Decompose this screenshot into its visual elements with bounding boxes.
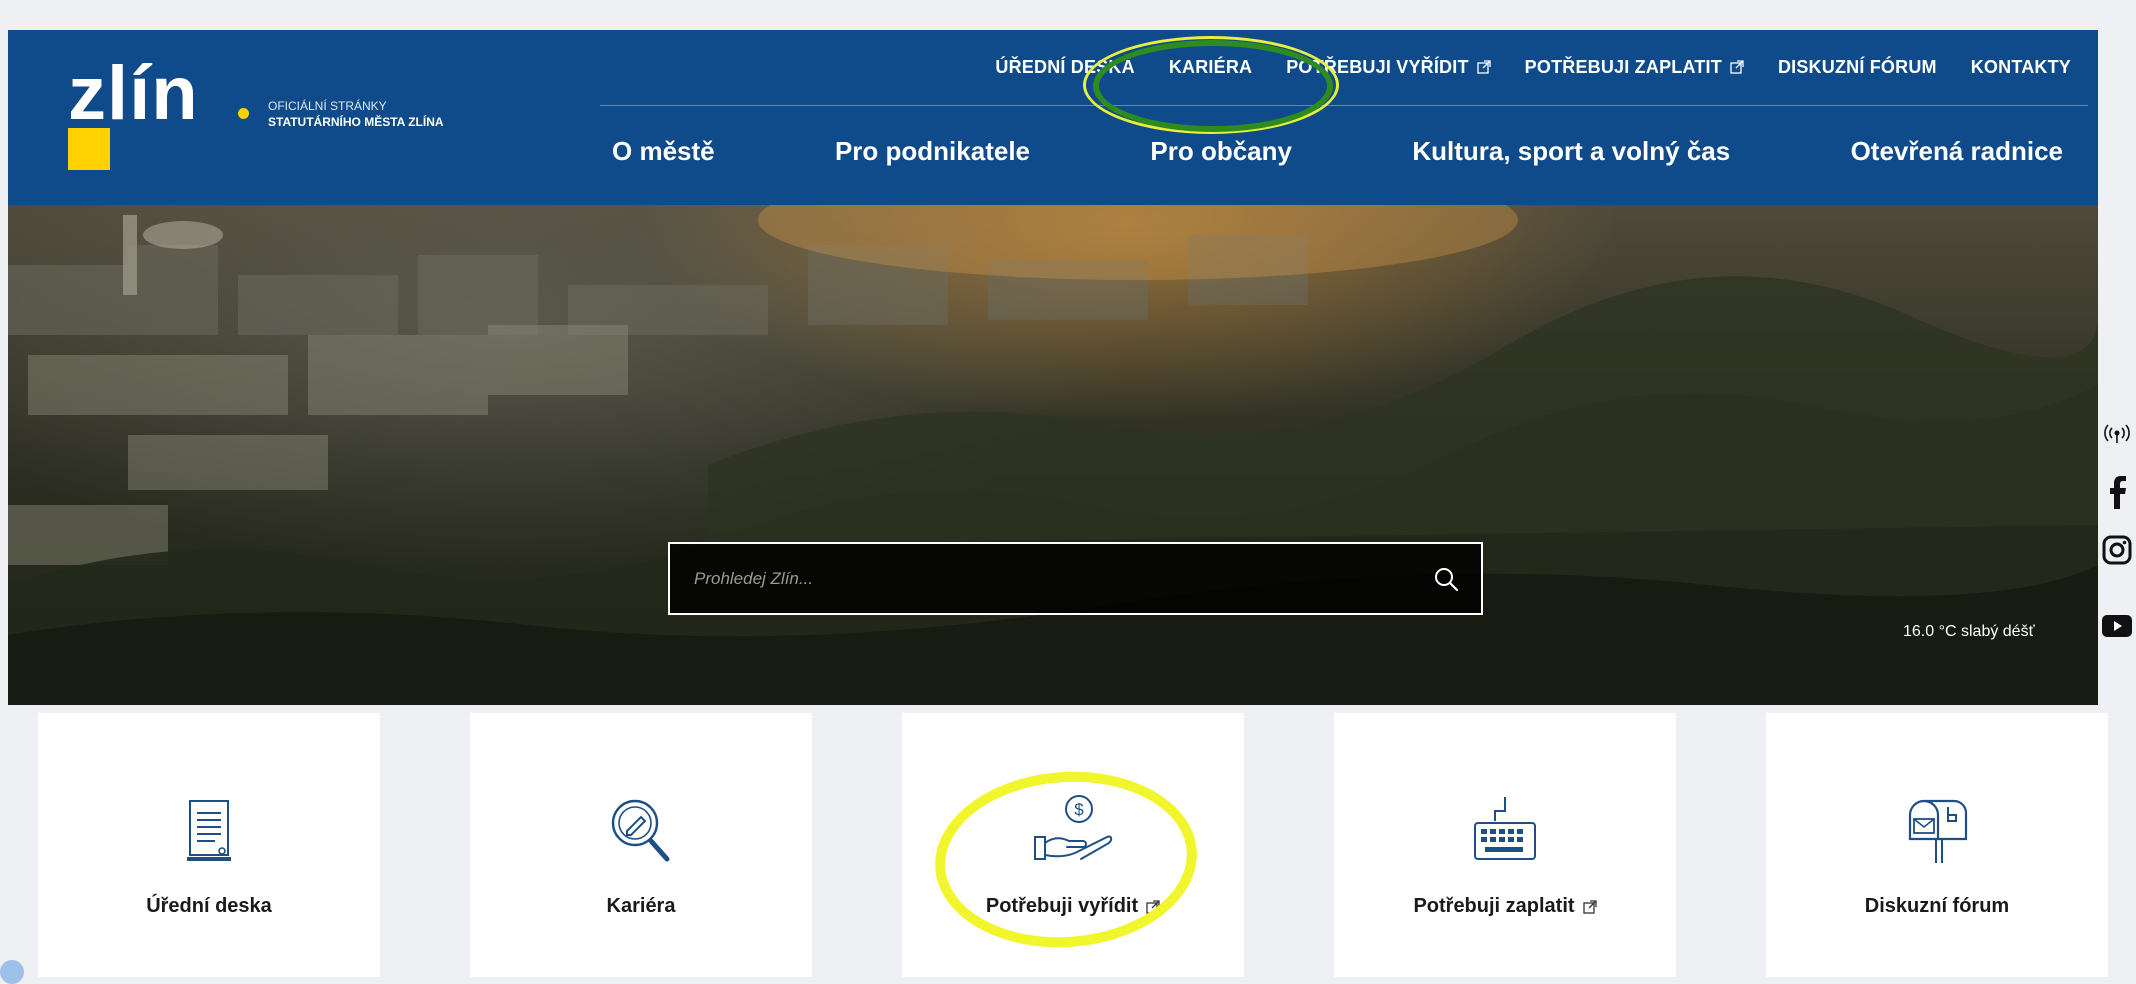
mainnav-kultura-sport[interactable]: Kultura, sport a volný čas: [1400, 136, 1742, 167]
instagram-link[interactable]: [2098, 535, 2136, 565]
facebook-icon: [2110, 476, 2126, 509]
quick-links: Úřední deska Kariéra $ Potřebuji vyřídit: [0, 705, 2136, 977]
card-label: Kariéra: [606, 895, 676, 917]
search-input[interactable]: [670, 543, 1411, 614]
instagram-icon: [2102, 535, 2132, 565]
topnav-label: ÚŘEDNÍ DESKA: [995, 56, 1135, 77]
external-link-icon: [1730, 60, 1744, 74]
hand-coin-icon: $: [1034, 795, 1113, 860]
nav-divider: [600, 105, 2088, 106]
card-diskuzni-forum[interactable]: Diskuzní fórum: [1766, 713, 2108, 977]
hero-banner: 16.0 °C slabý déšť: [8, 205, 2098, 705]
svg-text:$: $: [1074, 800, 1084, 819]
external-link-icon: [1146, 899, 1160, 914]
keyboard-icon: [1474, 797, 1536, 860]
topnav-diskuzni-forum[interactable]: DISKUZNÍ FÓRUM: [1761, 57, 1954, 78]
logo-subtitle-line2: STATUTÁRNÍHO MĚSTA ZLÍNA: [268, 115, 444, 129]
topnav-kariera[interactable]: KARIÉRA: [1152, 57, 1269, 78]
mainnav-pro-obcany[interactable]: Pro občany: [1138, 136, 1304, 167]
career-icon: [611, 799, 670, 862]
search-icon: [1435, 567, 1459, 591]
card-label: Potřebuji zaplatit: [1413, 895, 1575, 917]
youtube-link[interactable]: [2098, 615, 2136, 637]
topnav-label: KARIÉRA: [1168, 56, 1253, 77]
topnav-kontakty[interactable]: KONTAKTY: [1954, 57, 2088, 78]
topnav-label: POTŘEBUJI ZAPLATIT: [1524, 56, 1722, 77]
external-link-icon: [1582, 899, 1597, 914]
mainnav-pro-podnikatele[interactable]: Pro podnikatele: [823, 136, 1042, 167]
topnav-uredni-deska[interactable]: ÚŘEDNÍ DESKA: [978, 57, 1151, 78]
logo-wordmark: zlín: [68, 51, 199, 136]
logo-subtitle-line1: OFICIÁLNÍ STRÁNKY: [268, 99, 387, 113]
mailbox-icon: [1908, 799, 1968, 863]
topnav-label: DISKUZNÍ FÓRUM: [1777, 56, 1937, 77]
podcast-link[interactable]: [2098, 422, 2136, 444]
card-label: Diskuzní fórum: [1864, 895, 2010, 917]
card-potrebuji-zaplatit[interactable]: Potřebuji zaplatit: [1334, 713, 1676, 977]
main-navigation: O městě Pro podnikatele Pro občany Kultu…: [600, 126, 2075, 176]
card-uredni-deska[interactable]: Úřední deska: [38, 713, 380, 977]
topnav-potrebuji-vyridit[interactable]: POTŘEBUJI VYŘÍDIT: [1269, 57, 1507, 78]
topnav-potrebuji-zaplatit[interactable]: POTŘEBUJI ZAPLATIT: [1508, 57, 1761, 78]
external-link-icon: [1477, 60, 1491, 74]
mainnav-o-meste[interactable]: O městě: [600, 136, 727, 167]
social-links: [2098, 205, 2136, 705]
podcast-icon: [2104, 424, 2130, 443]
weather-info: 16.0 °C slabý déšť: [1903, 623, 2035, 640]
card-potrebuji-vyridit[interactable]: $ Potřebuji vyřídit: [902, 713, 1244, 977]
facebook-link[interactable]: [2098, 475, 2136, 509]
card-label: Úřední deska: [146, 895, 272, 917]
top-navigation: ÚŘEDNÍ DESKA KARIÉRA POTŘEBUJI VYŘÍDIT P…: [598, 30, 2088, 104]
city-forest-photo: [8, 205, 2098, 705]
topnav-label: KONTAKTY: [1970, 56, 2071, 77]
mainnav-otevrena-radnice[interactable]: Otevřená radnice: [1839, 136, 2075, 167]
site-header: zlín OFICIÁLNÍ STRÁNKY STATUTÁRNÍHO MĚST…: [8, 30, 2098, 205]
logo-square: [68, 128, 110, 170]
notice-board-icon: [187, 800, 231, 861]
youtube-icon: [2102, 615, 2132, 637]
card-label: Potřebuji vyřídit: [985, 895, 1139, 917]
card-kariera[interactable]: Kariéra: [470, 713, 812, 977]
logo-subtitle: OFICIÁLNÍ STRÁNKY STATUTÁRNÍHO MĚSTA ZLÍ…: [268, 98, 444, 130]
corner-decoration: [0, 960, 24, 984]
search-button[interactable]: [1411, 544, 1481, 613]
topnav-label: POTŘEBUJI VYŘÍDIT: [1286, 56, 1469, 77]
search-bar: [668, 542, 1483, 615]
logo-dot: [238, 108, 249, 119]
